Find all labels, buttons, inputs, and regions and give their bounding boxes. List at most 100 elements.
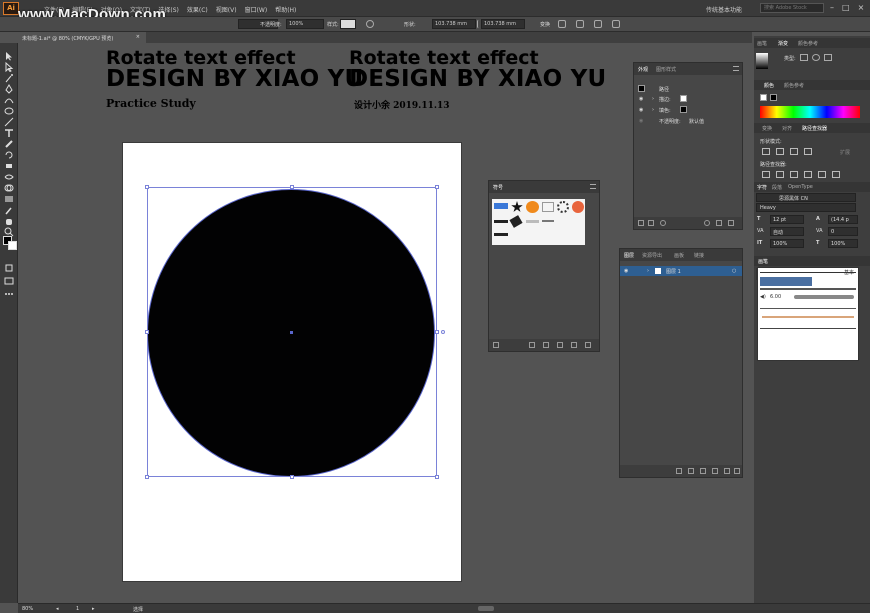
font-style-dropdown[interactable]: Heavy xyxy=(756,203,856,212)
next-artboard-icon[interactable]: ▸ xyxy=(92,606,95,612)
height-field[interactable]: 103.738 mm xyxy=(481,19,525,29)
tab-artboards[interactable]: 画板 xyxy=(674,252,684,259)
symbol-dot-ring[interactable] xyxy=(557,201,569,213)
add-stroke-icon[interactable] xyxy=(638,220,644,226)
expand-arrow-icon[interactable]: › xyxy=(652,96,654,102)
tab-brushes[interactable]: 画笔 xyxy=(758,258,768,265)
symbol-grey-bar[interactable] xyxy=(526,220,539,223)
panel-menu-icon[interactable] xyxy=(733,66,739,71)
tab-color-guide-top[interactable]: 颜色参考 xyxy=(798,40,818,47)
appearance-opacity-value[interactable]: 默认值 xyxy=(689,118,704,125)
add-fill-icon[interactable] xyxy=(648,220,654,226)
handle-top-left[interactable] xyxy=(145,185,149,189)
delete-layer-icon[interactable] xyxy=(734,468,740,474)
minus-front-button[interactable] xyxy=(776,148,784,155)
handle-top-right[interactable] xyxy=(435,185,439,189)
tab-appearance[interactable]: 外观 xyxy=(638,66,648,73)
break-link-icon[interactable] xyxy=(543,342,549,348)
symbol-orange-ball[interactable] xyxy=(526,201,539,213)
selection-tool-icon[interactable] xyxy=(4,46,14,61)
expand-arrow-icon[interactable]: › xyxy=(647,268,649,274)
document-tab[interactable]: 未标题-1.ai* @ 80% (CMYK/GPU 预览) × xyxy=(18,32,146,43)
symbol-blue-button[interactable] xyxy=(494,203,508,209)
symbol-options-icon[interactable] xyxy=(557,342,563,348)
width-field[interactable]: 103.738 mm xyxy=(432,19,476,29)
handle-bottom-right[interactable] xyxy=(435,475,439,479)
horizontal-scale-field[interactable]: 100% xyxy=(828,239,858,248)
expand-button[interactable]: 扩展 xyxy=(840,149,850,156)
curvature-tool-icon[interactable] xyxy=(4,90,14,104)
shape-builder-tool-icon[interactable] xyxy=(4,178,14,192)
brush-stroke-dashed[interactable] xyxy=(760,328,856,329)
symbol-dark-bar[interactable] xyxy=(494,233,508,236)
stroke-none-swatch[interactable] xyxy=(680,95,687,102)
live-corner-widget[interactable] xyxy=(441,330,445,334)
zoom-tool-icon[interactable] xyxy=(4,222,14,237)
brush-pattern-selected[interactable] xyxy=(760,277,812,286)
handle-middle-right[interactable] xyxy=(435,330,439,334)
symbol-black-bar[interactable] xyxy=(494,220,508,223)
symbol-black-star[interactable] xyxy=(511,201,523,212)
duplicate-item-icon[interactable] xyxy=(716,220,722,226)
eye-icon[interactable]: ◉ xyxy=(624,268,628,274)
draw-mode-icon[interactable] xyxy=(4,258,14,272)
merge-button[interactable] xyxy=(790,171,798,178)
eye-icon[interactable]: ◉ xyxy=(639,96,643,102)
freeform-gradient-button[interactable] xyxy=(824,54,832,61)
horizontal-scrollbar[interactable] xyxy=(478,606,494,611)
tab-color-guide[interactable]: 颜色参考 xyxy=(784,82,804,89)
trim-button[interactable] xyxy=(776,171,784,178)
transform-link[interactable]: 变换 xyxy=(540,21,550,28)
unite-button[interactable] xyxy=(762,148,770,155)
tracking-field[interactable]: 0 xyxy=(828,227,858,236)
fill-black-swatch[interactable] xyxy=(680,106,687,113)
direct-selection-tool-icon[interactable] xyxy=(4,57,14,73)
add-effect-icon[interactable] xyxy=(660,220,666,226)
minimize-icon[interactable]: – xyxy=(830,4,834,12)
menu-view[interactable]: 视图(V) xyxy=(216,5,237,14)
handle-bottom-center[interactable] xyxy=(290,475,294,479)
delete-symbol-icon[interactable] xyxy=(585,342,591,348)
handle-bottom-left[interactable] xyxy=(145,475,149,479)
linear-gradient-button[interactable] xyxy=(800,54,808,61)
font-size-field[interactable]: 12 pt xyxy=(770,215,804,224)
intersect-button[interactable] xyxy=(790,148,798,155)
place-symbol-icon[interactable] xyxy=(529,342,535,348)
gradient-preview[interactable] xyxy=(756,53,768,69)
magic-wand-tool-icon[interactable] xyxy=(4,68,14,83)
eraser-tool-icon[interactable] xyxy=(4,156,14,168)
outline-button[interactable] xyxy=(818,171,826,178)
type-tool-icon[interactable] xyxy=(4,123,14,137)
hand-tool-icon[interactable] xyxy=(4,211,14,225)
symbol-black-tag[interactable] xyxy=(509,215,523,228)
locate-object-icon[interactable] xyxy=(688,468,694,474)
brush-stroke-thin[interactable] xyxy=(760,308,856,309)
tab-layers[interactable]: 图层 xyxy=(624,252,634,259)
warp-tool-icon[interactable] xyxy=(4,167,14,180)
menu-help[interactable]: 帮助(H) xyxy=(275,5,296,14)
divide-button[interactable] xyxy=(762,171,770,178)
stroke-swatch[interactable] xyxy=(8,241,17,250)
crop-button[interactable] xyxy=(804,171,812,178)
symbol-red-flower[interactable] xyxy=(572,201,584,213)
fill-color-swatch[interactable] xyxy=(770,94,777,101)
artboard-number[interactable]: 1 xyxy=(76,606,79,612)
pen-tool-icon[interactable] xyxy=(4,79,14,94)
symbol-grey-line[interactable] xyxy=(542,220,554,222)
collect-export-icon[interactable] xyxy=(676,468,682,474)
brush-stroke-arrow[interactable] xyxy=(762,316,854,318)
new-symbol-icon[interactable] xyxy=(571,342,577,348)
handle-middle-left[interactable] xyxy=(145,330,149,334)
align-icon[interactable] xyxy=(558,20,566,28)
kerning-field[interactable]: 自动 xyxy=(770,227,804,236)
line-tool-icon[interactable] xyxy=(4,112,14,127)
tab-paragraph[interactable]: 段落 xyxy=(772,184,782,191)
style-swatch[interactable] xyxy=(340,19,356,29)
eye-icon[interactable]: ◉ xyxy=(639,118,643,124)
new-sublayer-icon[interactable] xyxy=(712,468,718,474)
target-icon[interactable]: ○ xyxy=(732,268,736,274)
panel-menu-icon[interactable] xyxy=(590,184,596,189)
delete-item-icon[interactable] xyxy=(728,220,734,226)
eye-icon[interactable]: ◉ xyxy=(639,107,643,113)
clipping-mask-icon[interactable] xyxy=(700,468,706,474)
